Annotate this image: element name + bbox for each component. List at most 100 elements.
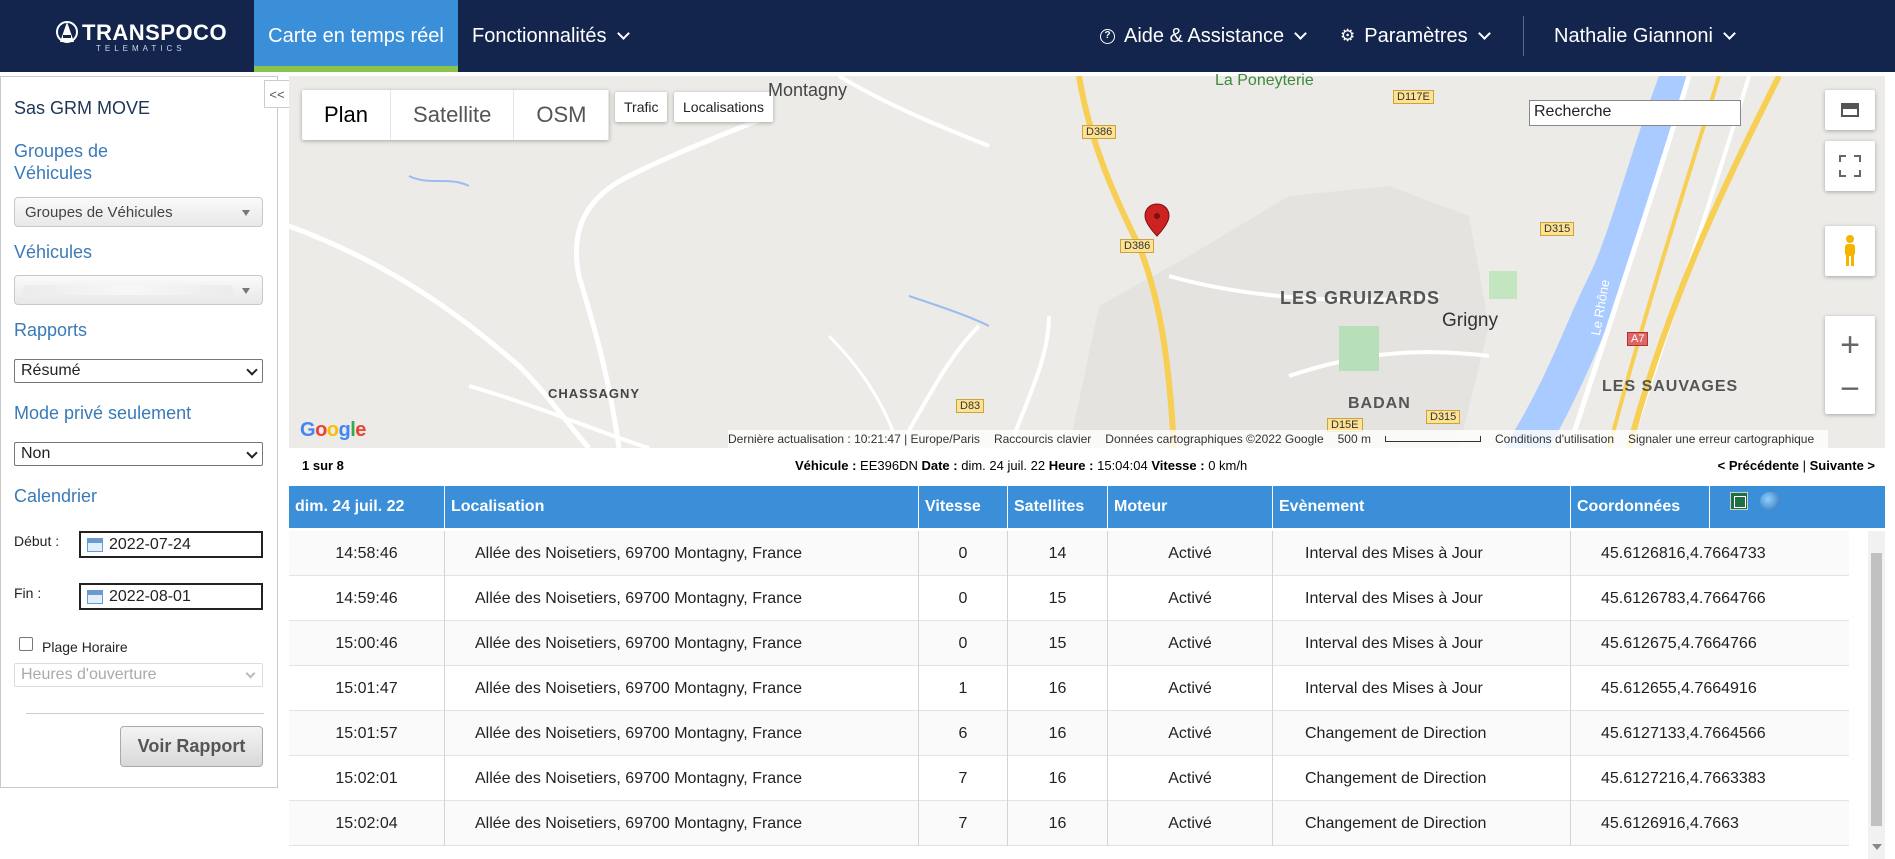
cell-speed: 6 bbox=[919, 711, 1008, 756]
nav-help[interactable]: ? Aide & Assistance bbox=[1100, 0, 1307, 72]
table-row[interactable]: 14:59:46 Allée des Noisetiers, 69700 Mont… bbox=[289, 576, 1849, 621]
map-tab-plan[interactable]: Plan bbox=[302, 90, 392, 140]
table-scroll-thumb[interactable] bbox=[1871, 553, 1882, 826]
vehicle-groups-select[interactable]: Groupes de Véhicules bbox=[14, 197, 263, 227]
map-search-input[interactable]: Recherche bbox=[1529, 100, 1741, 126]
help-icon: ? bbox=[1100, 28, 1115, 44]
road-shield: A7 bbox=[1627, 332, 1649, 346]
map-tab-satellite[interactable]: Satellite bbox=[391, 90, 515, 140]
cell-satellites: 15 bbox=[1008, 621, 1108, 666]
chevron-down-icon bbox=[1294, 27, 1307, 40]
report-error-link[interactable]: Signaler une erreur cartographique bbox=[1628, 432, 1814, 446]
map-label-grigny: Grigny bbox=[1442, 310, 1498, 331]
col-engine[interactable]: Moteur bbox=[1108, 486, 1273, 528]
table-row[interactable]: 15:02:04 Allée des Noisetiers, 69700 Mont… bbox=[289, 801, 1849, 846]
table-row[interactable]: 15:01:57 Allée des Noisetiers, 69700 Mont… bbox=[289, 711, 1849, 756]
cell-satellites: 16 bbox=[1008, 756, 1108, 801]
sidebar-collapse-button[interactable]: << bbox=[264, 80, 290, 108]
scroll-down-icon[interactable] bbox=[1872, 844, 1882, 850]
cell-location: Allée des Noisetiers, 69700 Montagny, Fr… bbox=[445, 801, 919, 846]
street-view-pegman[interactable] bbox=[1825, 226, 1875, 276]
fullscreen-button[interactable] bbox=[1825, 141, 1875, 191]
map-tab-osm[interactable]: OSM bbox=[514, 90, 610, 140]
col-date[interactable]: dim. 24 juil. 22 bbox=[289, 486, 445, 528]
cell-coordinates: 45.6126783,4.7664766 bbox=[1601, 589, 1766, 607]
zoom-out-icon[interactable]: − bbox=[1840, 369, 1860, 409]
keyboard-shortcuts-link[interactable]: Raccourcis clavier bbox=[994, 432, 1091, 446]
pegman-icon bbox=[1845, 235, 1855, 266]
cell-engine: Activé bbox=[1108, 711, 1273, 756]
view-report-button[interactable]: Voir Rapport bbox=[120, 726, 263, 767]
table-row[interactable]: 15:01:47 Allée des Noisetiers, 69700 Mont… bbox=[289, 666, 1849, 711]
logo-text: TRANSPOCO bbox=[82, 20, 228, 45]
speed-value: 0 km/h bbox=[1208, 458, 1248, 473]
previous-link[interactable]: < Précédente bbox=[1718, 458, 1799, 473]
user-name: Nathalie Giannoni bbox=[1554, 24, 1713, 47]
table-row[interactable]: 14:58:46 Allée des Noisetiers, 69700 Mont… bbox=[289, 531, 1849, 576]
transpoco-logo[interactable]: TRANSPOCO TELEMATICS bbox=[52, 18, 227, 53]
traffic-button[interactable]: Trafic bbox=[615, 92, 668, 122]
report-type-select[interactable]: Résumé bbox=[14, 359, 263, 383]
cell-coordinates: 45.612675,4.7664766 bbox=[1601, 634, 1757, 652]
last-update-text: Dernière actualisation : 10:21:47 | Euro… bbox=[728, 432, 980, 446]
google-earth-export-icon[interactable] bbox=[1760, 492, 1780, 510]
nav-live-map[interactable]: Carte en temps réel bbox=[254, 0, 458, 72]
table-row[interactable]: 15:00:46 Allée des Noisetiers, 69700 Mont… bbox=[289, 621, 1849, 666]
road-shield: D386 bbox=[1082, 125, 1117, 139]
map-layer-button[interactable] bbox=[1825, 90, 1875, 130]
private-mode-label: Mode privé seulement bbox=[14, 403, 192, 423]
cell-satellites: 16 bbox=[1008, 666, 1108, 711]
start-date-field[interactable]: 2022-07-24 bbox=[79, 531, 263, 558]
cell-engine: Activé bbox=[1108, 621, 1273, 666]
col-satellites[interactable]: Satellites bbox=[1008, 486, 1108, 528]
road-shield: D83 bbox=[956, 399, 985, 413]
cell-speed: 7 bbox=[919, 756, 1008, 801]
caret-down-icon bbox=[242, 210, 250, 216]
table-row[interactable]: 15:02:01 Allée des Noisetiers, 69700 Mont… bbox=[289, 756, 1849, 801]
next-link[interactable]: Suivante > bbox=[1810, 458, 1875, 473]
cell-location: Allée des Noisetiers, 69700 Montagny, Fr… bbox=[445, 621, 919, 666]
locations-label: Localisations bbox=[683, 99, 764, 115]
excel-export-icon[interactable] bbox=[1730, 492, 1748, 510]
cell-engine: Activé bbox=[1108, 756, 1273, 801]
private-mode-select[interactable]: Non bbox=[14, 442, 263, 466]
cell-event: Changement de Direction bbox=[1273, 711, 1571, 756]
cell-event: Interval des Mises à Jour bbox=[1273, 621, 1571, 666]
time-range-checkbox[interactable] bbox=[19, 637, 33, 651]
nav-settings[interactable]: ⚙ Paramètres bbox=[1340, 0, 1491, 72]
time-value: 15:04:04 bbox=[1097, 458, 1148, 473]
company-name: Sas GRM MOVE bbox=[14, 98, 151, 118]
cell-location: Allée des Noisetiers, 69700 Montagny, Fr… bbox=[445, 531, 919, 576]
road-shield: D315 bbox=[1540, 222, 1575, 236]
zoom-in-icon[interactable]: + bbox=[1840, 321, 1860, 369]
road-shield: D117E bbox=[1393, 90, 1434, 104]
vehicle-label: Véhicule : bbox=[795, 458, 857, 473]
view-report-label: Voir Rapport bbox=[137, 736, 246, 756]
col-speed[interactable]: Vitesse bbox=[919, 486, 1008, 528]
cell-satellites: 16 bbox=[1008, 801, 1108, 846]
time-range-label: Plage Horaire bbox=[42, 639, 128, 655]
map-label-poneyterie: La Poneyterie bbox=[1215, 72, 1314, 89]
cell-engine: Activé bbox=[1108, 531, 1273, 576]
cell-engine: Activé bbox=[1108, 576, 1273, 621]
end-date-field[interactable]: 2022-08-01 bbox=[79, 583, 263, 610]
road-shield: D315 bbox=[1426, 410, 1461, 424]
vehicles-select[interactable] bbox=[14, 275, 263, 305]
cell-time: 14:59:46 bbox=[289, 576, 445, 621]
chevron-down-icon bbox=[246, 447, 258, 459]
cell-coordinates: 45.6126816,4.7664733 bbox=[1601, 544, 1766, 562]
nav-user-menu[interactable]: Nathalie Giannoni bbox=[1554, 0, 1736, 72]
nav-features[interactable]: Fonctionnalités bbox=[472, 0, 630, 72]
col-location[interactable]: Localisation bbox=[445, 486, 919, 528]
cell-satellites: 15 bbox=[1008, 576, 1108, 621]
cell-coordinates: 45.6127216,4.7663383 bbox=[1601, 769, 1766, 787]
cell-coordinates: 45.6126916,4.7663 bbox=[1601, 814, 1739, 832]
terms-link[interactable]: Conditions d'utilisation bbox=[1495, 432, 1614, 446]
top-navbar: TRANSPOCO TELEMATICS Carte en temps réel… bbox=[0, 0, 1895, 72]
col-event[interactable]: Evènement bbox=[1273, 486, 1571, 528]
map-label-gruizards: LES GRUIZARDS bbox=[1280, 288, 1441, 308]
nav-live-map-label: Carte en temps réel bbox=[268, 24, 444, 47]
locations-button[interactable]: Localisations bbox=[674, 92, 773, 122]
col-coordinates[interactable]: Coordonnées bbox=[1571, 486, 1710, 528]
map-label-sauvages: LES SAUVAGES bbox=[1602, 378, 1739, 395]
